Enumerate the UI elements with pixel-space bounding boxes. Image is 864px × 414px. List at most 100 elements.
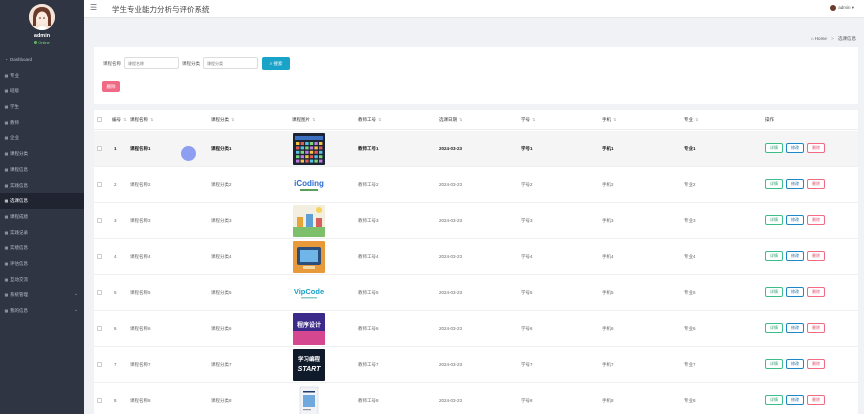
table-row[interactable]: 6 课程名称6 课程分类6 教师工号6 2024-03-23 学号6 手机6 专业6 程序设计 详…: [94, 311, 858, 347]
sidebar-item-1[interactable]: ▦ 专业: [0, 68, 84, 84]
col-image[interactable]: 课程图片 ⇅: [292, 117, 315, 123]
delete-button[interactable]: 删除: [807, 179, 825, 189]
delete-button[interactable]: 删除: [807, 143, 825, 153]
sidebar-item-10[interactable]: ▦ 课程成绩: [0, 209, 84, 225]
col-teacher[interactable]: 教师工号 ⇅: [358, 117, 381, 123]
delete-button[interactable]: 删除: [807, 323, 825, 333]
user-avatar-small-icon: [830, 5, 837, 11]
row-checkbox[interactable]: [97, 290, 102, 295]
breadcrumb-home[interactable]: Home: [815, 36, 827, 41]
course-image[interactable]: 程序设计: [293, 313, 325, 345]
cell-id: 7: [114, 362, 117, 367]
edit-button[interactable]: 修改: [786, 323, 804, 333]
detail-button[interactable]: 详情: [765, 215, 783, 225]
row-checkbox[interactable]: [97, 254, 102, 259]
detail-button[interactable]: 详情: [765, 251, 783, 261]
cell-name: 课程名称4: [130, 254, 151, 259]
edit-button[interactable]: 修改: [786, 287, 804, 297]
course-image[interactable]: [293, 385, 325, 414]
online-status-text: Online: [38, 40, 50, 45]
sidebar-item-4[interactable]: ▦ 教师: [0, 115, 84, 131]
batch-delete-button[interactable]: 删除: [102, 81, 120, 92]
table-row[interactable]: 7 课程名称7 课程分类7 教师工号7 2024-03-23 学号7 手机7 专业7 学习编程 S…: [94, 347, 858, 383]
row-checkbox[interactable]: [97, 218, 102, 223]
sidebar-item-6[interactable]: ▦ 课程分类: [0, 146, 84, 162]
detail-button[interactable]: 详情: [765, 287, 783, 297]
table-row[interactable]: 1 课程名称1 课程分类1 教师工号1 2024-03-23 学号1 手机1 专业1 详情 修改删…: [94, 131, 858, 167]
detail-button[interactable]: 详情: [765, 179, 783, 189]
course-category-input[interactable]: [203, 57, 258, 69]
cell-phone: 手机5: [602, 290, 614, 295]
grid-icon: ▦: [4, 229, 9, 235]
select-all-checkbox[interactable]: [97, 117, 102, 122]
course-image[interactable]: [293, 133, 325, 165]
row-checkbox[interactable]: [97, 326, 102, 331]
table-row[interactable]: 4 课程名称4 课程分类4 教师工号4 2024-03-23 学号4 手机4 专业4 详情 修改删…: [94, 239, 858, 275]
delete-button[interactable]: 删除: [807, 215, 825, 225]
delete-button[interactable]: 删除: [807, 359, 825, 369]
row-checkbox[interactable]: [97, 398, 102, 403]
sidebar-item-label: 教师: [10, 119, 19, 125]
col-major[interactable]: 专业 ⇅: [684, 117, 698, 123]
delete-button[interactable]: 删除: [807, 395, 825, 405]
row-checkbox[interactable]: [97, 182, 102, 187]
sidebar-item-8[interactable]: ▦ 实践信息: [0, 178, 84, 194]
col-student[interactable]: 学号 ⇅: [521, 117, 535, 123]
sidebar-item-label: Dashboard: [10, 57, 33, 62]
course-image[interactable]: 学习编程 START: [293, 349, 325, 381]
hamburger-icon[interactable]: ☰: [90, 3, 97, 12]
detail-button[interactable]: 详情: [765, 359, 783, 369]
sort-icon: ⇅: [312, 117, 316, 122]
col-id[interactable]: 编号 ⇅: [112, 117, 126, 123]
detail-button[interactable]: 详情: [765, 143, 783, 153]
edit-button[interactable]: 修改: [786, 179, 804, 189]
table-row[interactable]: 5 课程名称5 课程分类5 教师工号5 2024-03-23 学号5 手机5 专业5 VipCo…: [94, 275, 858, 311]
sidebar-item-5[interactable]: ▦ 企业: [0, 130, 84, 146]
sidebar-item-3[interactable]: ▦ 学生: [0, 99, 84, 115]
cell-teacher: 教师工号6: [358, 326, 379, 331]
grid-icon: ▦: [4, 182, 9, 188]
sidebar-item-13[interactable]: ▦ 评估信息: [0, 256, 84, 272]
row-checkbox[interactable]: [97, 362, 102, 367]
sidebar-item-11[interactable]: ▦ 实践记录: [0, 225, 84, 241]
search-button[interactable]: ⌕ 搜索: [262, 57, 290, 70]
edit-button[interactable]: 修改: [786, 143, 804, 153]
user-menu-name: admin: [838, 5, 851, 11]
sidebar-item-label: 系统管理: [10, 292, 28, 298]
sidebar-item-14[interactable]: ▦ 互动交流: [0, 272, 84, 288]
sidebar-item-15[interactable]: ▦ 系统管理 ⌄: [0, 287, 84, 303]
edit-button[interactable]: 修改: [786, 215, 804, 225]
course-name-input[interactable]: [124, 57, 179, 69]
course-image[interactable]: [293, 205, 325, 237]
col-category[interactable]: 课程分类 ⇅: [211, 117, 234, 123]
sidebar-item-12[interactable]: ▦ 实绩信息: [0, 240, 84, 256]
cell-id: 8: [114, 398, 117, 403]
col-date[interactable]: 选课日期 ⇅: [439, 117, 462, 123]
edit-button[interactable]: 修改: [786, 359, 804, 369]
sidebar-item-9[interactable]: ▦ 选课信息: [0, 193, 84, 209]
cell-category: 课程分类5: [211, 290, 232, 295]
table-row[interactable]: 3 课程名称3 课程分类3 教师工号3 2024-03-23 学号3 手机3 专业3 详情 修改删…: [94, 203, 858, 239]
course-image[interactable]: [293, 241, 325, 273]
col-phone[interactable]: 手机 ⇅: [602, 117, 616, 123]
detail-button[interactable]: 详情: [765, 395, 783, 405]
col-name[interactable]: 课程名称 ⇅: [130, 117, 153, 123]
table-row[interactable]: 8 课程名称8 课程分类8 教师工号8 2024-03-23 学号8 手机8 专业8 详情 修改删…: [94, 383, 858, 414]
sidebar-item-0[interactable]: ◔ Dashboard: [0, 52, 84, 68]
cell-name: 课程名称6: [130, 326, 151, 331]
table-row[interactable]: 2 课程名称2 课程分类2 教师工号2 2024-03-23 学号2 手机2 专业2 iCodi…: [94, 167, 858, 203]
sidebar-item-2[interactable]: ▦ 班级: [0, 83, 84, 99]
edit-button[interactable]: 修改: [786, 395, 804, 405]
course-image[interactable]: iCoding: [293, 169, 325, 201]
dashboard-icon: ◔: [5, 57, 8, 62]
detail-button[interactable]: 详情: [765, 323, 783, 333]
sidebar-item-label: 课程成绩: [10, 213, 28, 219]
edit-button[interactable]: 修改: [786, 251, 804, 261]
row-checkbox[interactable]: [97, 146, 102, 151]
delete-button[interactable]: 删除: [807, 287, 825, 297]
sidebar-item-16[interactable]: ▦ 我的信息 ⌄: [0, 303, 84, 319]
user-menu[interactable]: admin ▾: [830, 5, 854, 11]
course-image[interactable]: VipCode: [293, 277, 325, 309]
sidebar-item-7[interactable]: ▦ 课程信息: [0, 162, 84, 178]
delete-button[interactable]: 删除: [807, 251, 825, 261]
